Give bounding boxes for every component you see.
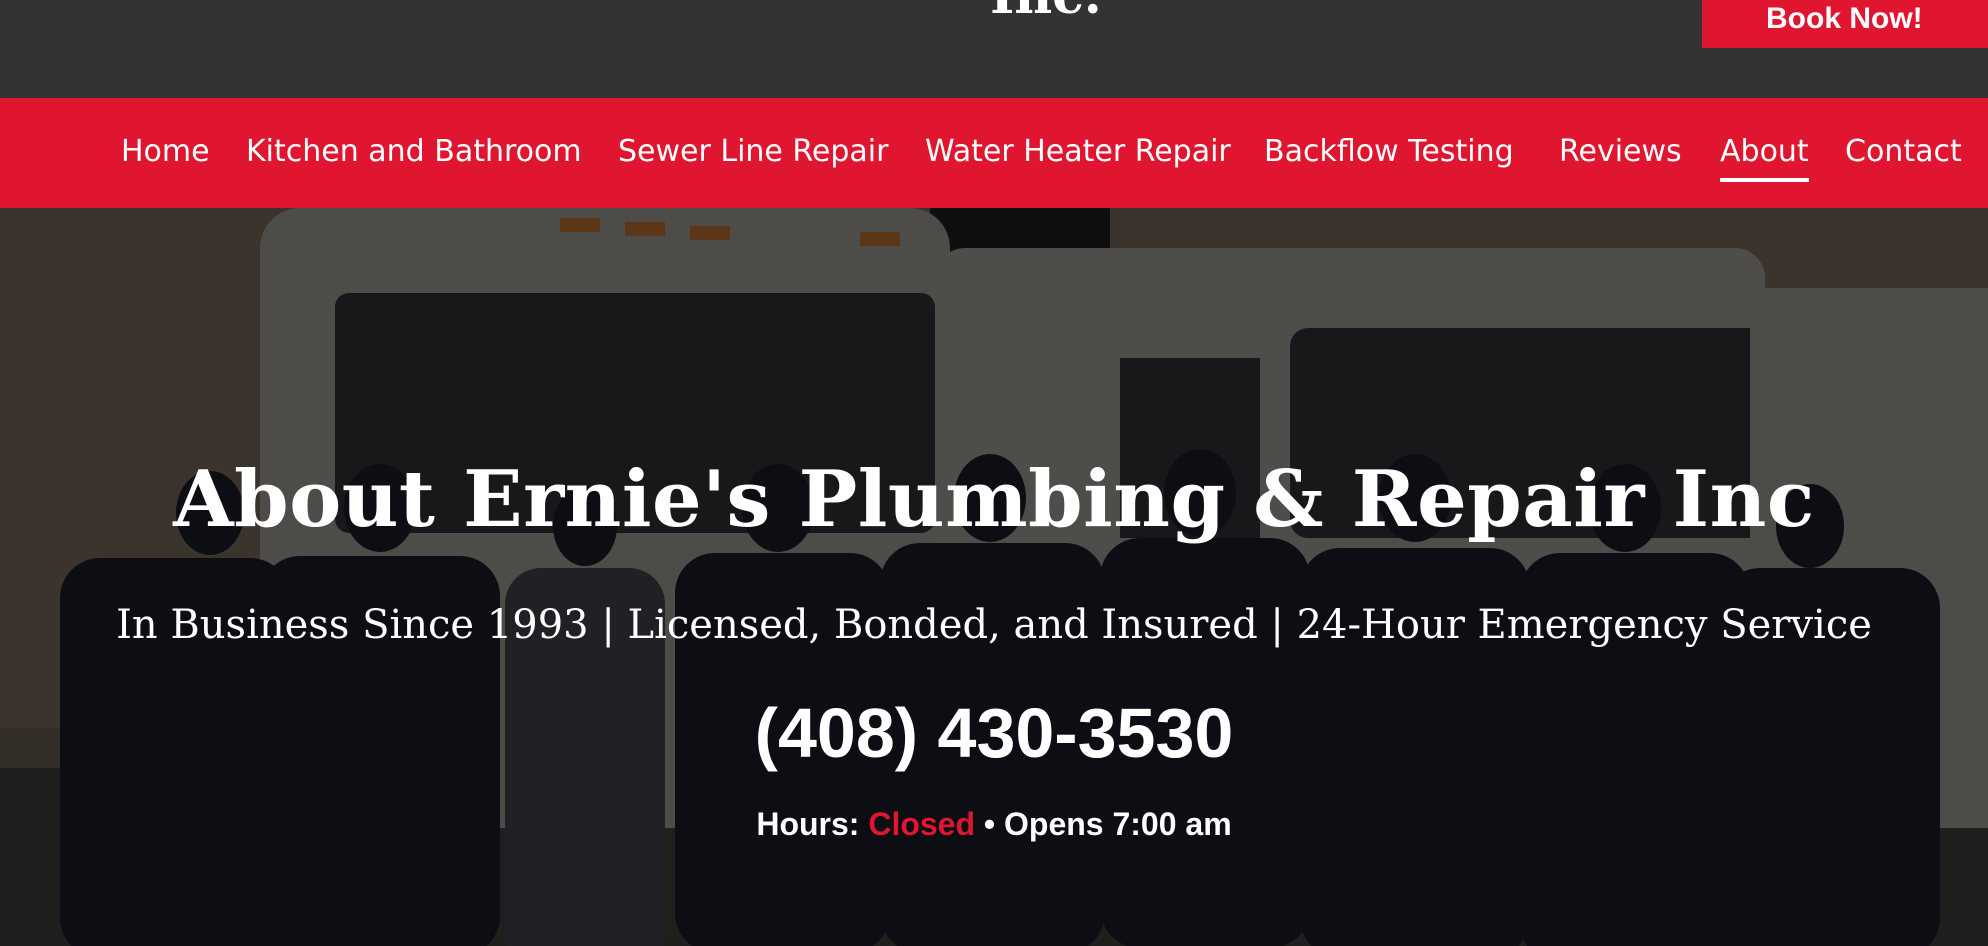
nav-item-about[interactable]: About [1720,132,1809,182]
hours-status: Closed [868,806,976,842]
hours-next-open: Opens 7:00 am [1004,806,1232,842]
hours-label: Hours: [756,806,860,842]
logo-text[interactable]: Inc. [990,0,1102,22]
nav-item-home[interactable]: Home [121,132,210,172]
hours-separator: • [983,806,996,842]
main-nav: Home Kitchen and Bathroom Sewer Line Rep… [0,98,1988,208]
hero-section: About Ernie's Plumbing & Repair Inc In B… [0,208,1988,946]
top-header: Inc. Book Now! [0,0,1988,98]
nav-item-sewer-line-repair[interactable]: Sewer Line Repair [618,132,888,172]
nav-item-backflow-testing[interactable]: Backflow Testing [1264,132,1514,172]
nav-item-contact[interactable]: Contact [1845,132,1962,172]
book-now-button[interactable]: Book Now! [1702,0,1988,48]
nav-item-water-heater-repair[interactable]: Water Heater Repair [925,132,1231,172]
nav-item-reviews[interactable]: Reviews [1559,132,1682,172]
nav-item-kitchen-bathroom[interactable]: Kitchen and Bathroom [246,132,582,172]
page-title: About Ernie's Plumbing & Repair Inc [173,454,1815,545]
business-hours: Hours: Closed • Opens 7:00 am [0,806,1988,843]
phone-link[interactable]: (408) 430-3530 [0,693,1988,773]
hero-subtitle: In Business Since 1993 | Licensed, Bonde… [116,602,1872,648]
